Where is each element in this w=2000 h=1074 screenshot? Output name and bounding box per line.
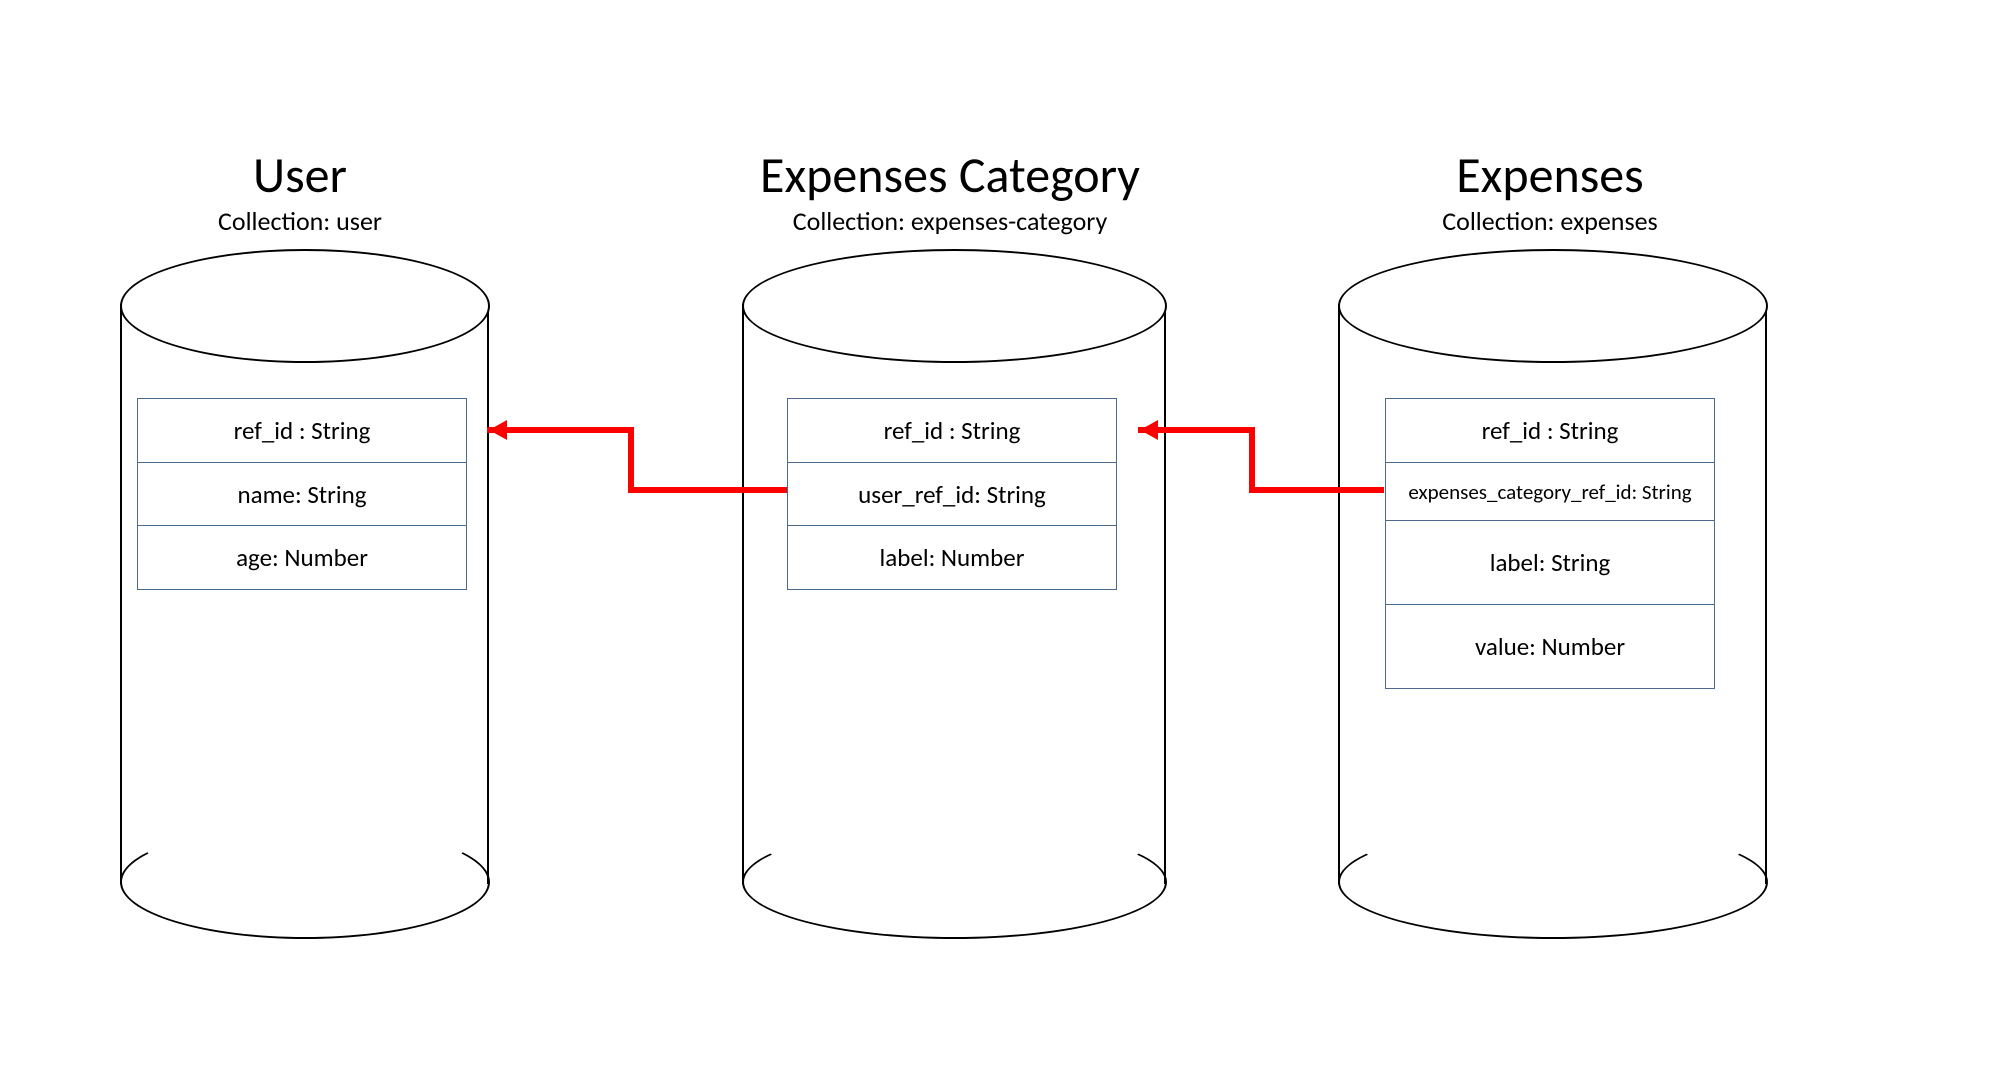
cylinder-bottom (120, 825, 490, 939)
field-row: label: String (1385, 520, 1715, 605)
fields-user: ref_id : String name: String age: Number (137, 398, 467, 589)
cylinder-top (120, 249, 490, 363)
cylinder-bottom (742, 825, 1167, 939)
field-row: expenses_category_ref_id: String (1385, 462, 1715, 522)
cylinder-bottom (1338, 825, 1768, 939)
field-row: value: Number (1385, 604, 1715, 689)
relationship-arrow-icon (1118, 420, 1386, 510)
collection-title-user: User (253, 145, 347, 206)
field-row: ref_id : String (787, 398, 1117, 463)
db-cylinder-user (120, 304, 489, 884)
collection-subtitle-expenses: Collection: expenses (1442, 205, 1657, 237)
fields-expenses: ref_id : String expenses_category_ref_id… (1385, 398, 1715, 687)
db-cylinder-expenses-category (742, 304, 1166, 884)
cylinder-top (1338, 249, 1768, 363)
collection-title-expenses: Expenses (1456, 145, 1643, 206)
cylinder-top (742, 249, 1167, 363)
field-row: label: Number (787, 525, 1117, 590)
field-row: user_ref_id: String (787, 462, 1117, 527)
field-row: name: String (137, 462, 467, 527)
collection-subtitle-expenses-category: Collection: expenses-category (793, 205, 1108, 237)
field-row: ref_id : String (1385, 398, 1715, 463)
field-row: ref_id : String (137, 398, 467, 463)
collection-subtitle-user: Collection: user (218, 205, 382, 237)
collection-title-expenses-category: Expenses Category (760, 145, 1140, 206)
relationship-arrow-icon (467, 420, 789, 510)
field-row: age: Number (137, 525, 467, 590)
fields-expenses-category: ref_id : String user_ref_id: String labe… (787, 398, 1117, 589)
